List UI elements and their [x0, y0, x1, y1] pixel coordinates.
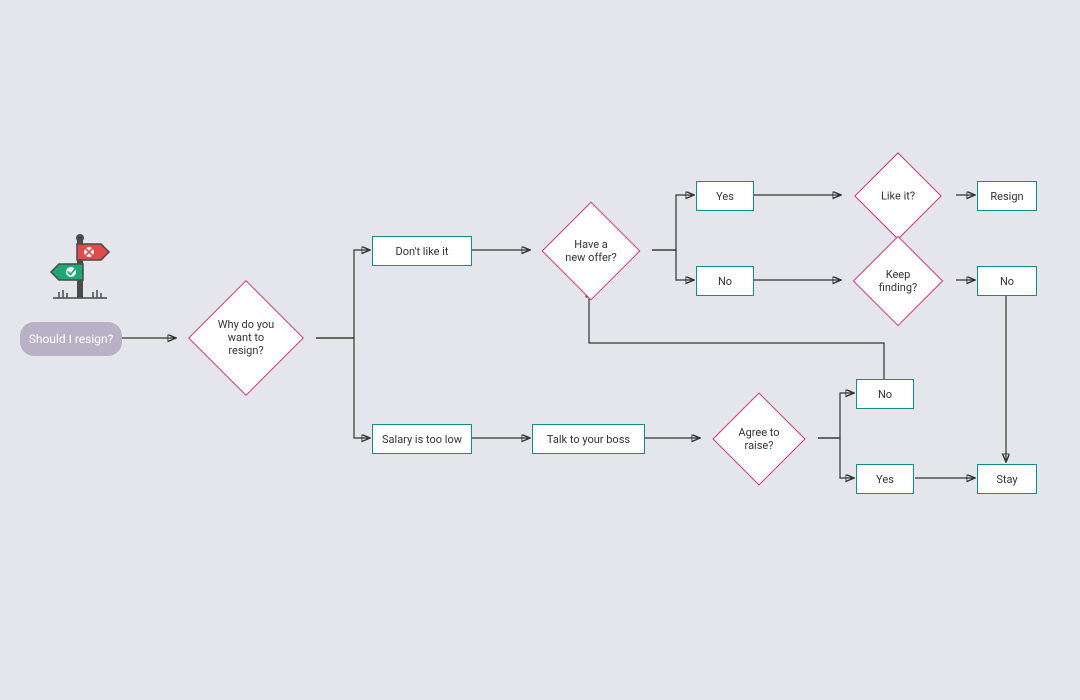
- rect-resign-label: Resign: [990, 190, 1023, 203]
- decision-agree-raise-label: Agree to raise?: [738, 426, 779, 452]
- rect-yes-1-label: Yes: [716, 190, 734, 203]
- rect-stay: Stay: [977, 464, 1037, 494]
- rect-stay-label: Stay: [996, 473, 1017, 486]
- decision-keep-finding: Keep finding?: [840, 245, 956, 317]
- rect-no-1: No: [696, 266, 754, 296]
- connector-layer: [0, 0, 1080, 700]
- rect-dont-like: Don't like it: [372, 236, 472, 266]
- rect-talk-boss-label: Talk to your boss: [547, 433, 630, 446]
- rect-resign: Resign: [977, 181, 1037, 211]
- rect-no-2: No: [977, 266, 1037, 296]
- rect-no-3: No: [856, 379, 914, 409]
- rect-dont-like-label: Don't like it: [396, 245, 449, 258]
- decision-agree-raise: Agree to raise?: [700, 402, 818, 476]
- signpost-illustration: [45, 230, 115, 310]
- decision-new-offer: Have a new offer?: [530, 212, 652, 290]
- start-label: Should I resign?: [29, 332, 114, 346]
- decision-why-resign: Why do you want to resign?: [176, 293, 316, 383]
- rect-yes-2-label: Yes: [876, 473, 894, 486]
- rect-salary-low-label: Salary is too low: [382, 433, 462, 446]
- rect-yes-2: Yes: [856, 464, 914, 494]
- rect-no-3-label: No: [878, 388, 892, 401]
- start-box: Should I resign?: [20, 322, 122, 356]
- decision-keep-finding-label: Keep finding?: [879, 268, 918, 294]
- decision-like-it-label: Like it?: [881, 189, 915, 202]
- flowchart-canvas: Should I resign? Why do you want to resi…: [0, 0, 1080, 700]
- rect-no-2-label: No: [1000, 275, 1014, 288]
- rect-salary-low: Salary is too low: [372, 424, 472, 454]
- rect-talk-boss: Talk to your boss: [532, 424, 645, 454]
- decision-new-offer-label: Have a new offer?: [565, 238, 616, 264]
- decision-like-it: Like it?: [840, 162, 956, 230]
- decision-why-resign-label: Why do you want to resign?: [211, 318, 281, 358]
- rect-no-1-label: No: [718, 275, 732, 288]
- rect-yes-1: Yes: [696, 181, 754, 211]
